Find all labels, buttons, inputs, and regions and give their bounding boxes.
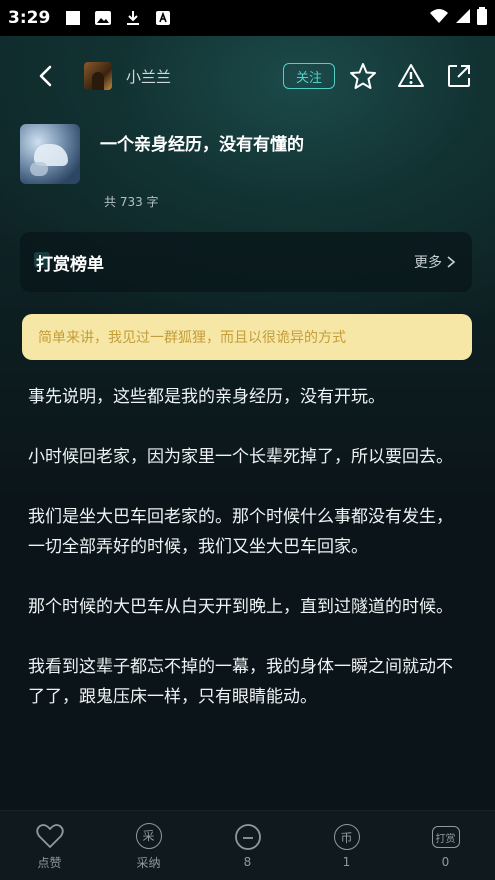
paragraph: 我看到这辈子都忘不掉的一幕，我的身体一瞬之间就动不了了，跟鬼压床一样，只有眼睛能… [28,657,453,707]
battery-icon [477,7,487,29]
paragraph: 那个时候的大巴车从白天开到晚上，直到过隧道的时候。 [28,597,453,617]
share-icon [448,65,470,87]
star-icon [350,63,376,89]
article-cover-image [20,124,80,184]
image-icon [94,9,112,27]
article-title: 一个亲身经历，没有有懂的 [100,135,304,155]
coin-icon: 币 [332,822,362,852]
adopt-icon: 采 [134,821,164,851]
like-button[interactable]: 点赞 [10,821,90,871]
paragraph: 小时候回老家，因为家里一个长辈死掉了，所以要回去。 [28,447,453,467]
status-right-group [429,7,487,29]
report-button[interactable] [391,56,431,96]
comment-button[interactable]: 8 [208,822,288,869]
status-bar: 3:29 [0,0,495,36]
status-time: 3:29 [8,8,51,28]
reward-ranking-card[interactable]: 打赏榜单 更多 [20,232,472,292]
author-avatar[interactable] [84,62,112,90]
favorite-button[interactable] [343,56,383,96]
comment-icon [233,822,263,852]
warning-icon [398,64,424,87]
notification-square-icon [64,9,82,27]
share-button[interactable] [439,56,479,96]
follow-button[interactable]: 关注 [282,63,335,89]
tip-button[interactable]: 打赏 0 [406,822,486,869]
author-name[interactable]: 小兰兰 [126,66,171,87]
top-nav: 小兰兰 关注 [0,52,495,100]
paragraph: 我们是坐大巴车回老家的。那个时候什么事都没有发生，一切全部弄好的时候，我们又坐大… [28,507,453,557]
chevron-right-icon [447,256,456,268]
reward-more-link[interactable]: 更多 [414,252,456,272]
adopt-button[interactable]: 采 采纳 [109,821,189,871]
app-a-icon [154,9,172,27]
tip-count: 0 [441,855,450,869]
comment-count: 8 [243,855,252,869]
back-icon [39,65,52,87]
heart-icon [35,821,65,851]
word-count: 共 733 字 [104,195,159,209]
back-button[interactable] [26,56,66,96]
reward-ranking-title: 打赏榜单 [34,250,104,275]
paragraph: 事先说明，这些都是我的亲身经历，没有开玩。 [28,387,385,407]
article-body: 事先说明，这些都是我的亲身经历，没有开玩。 小时候回老家，因为家里一个长辈死掉了… [28,382,468,742]
adopt-label: 采纳 [136,855,161,870]
wifi-icon [429,8,449,28]
summary-banner: 简单来讲，我见过一群狐狸，而且以很诡异的方式 [22,314,472,360]
tip-icon: 打赏 [431,822,461,852]
like-label: 点赞 [37,855,62,870]
bottom-action-bar: 点赞 采 采纳 8 币 1 打赏 0 [0,810,495,880]
download-icon [124,9,142,27]
coin-count: 1 [342,855,351,869]
signal-icon [455,8,471,28]
coin-button[interactable]: 币 1 [307,822,387,869]
page: 3:29 小兰兰 关注 一个亲身经历，没有有懂的 共 733 字 打赏榜单 更多… [0,0,495,880]
